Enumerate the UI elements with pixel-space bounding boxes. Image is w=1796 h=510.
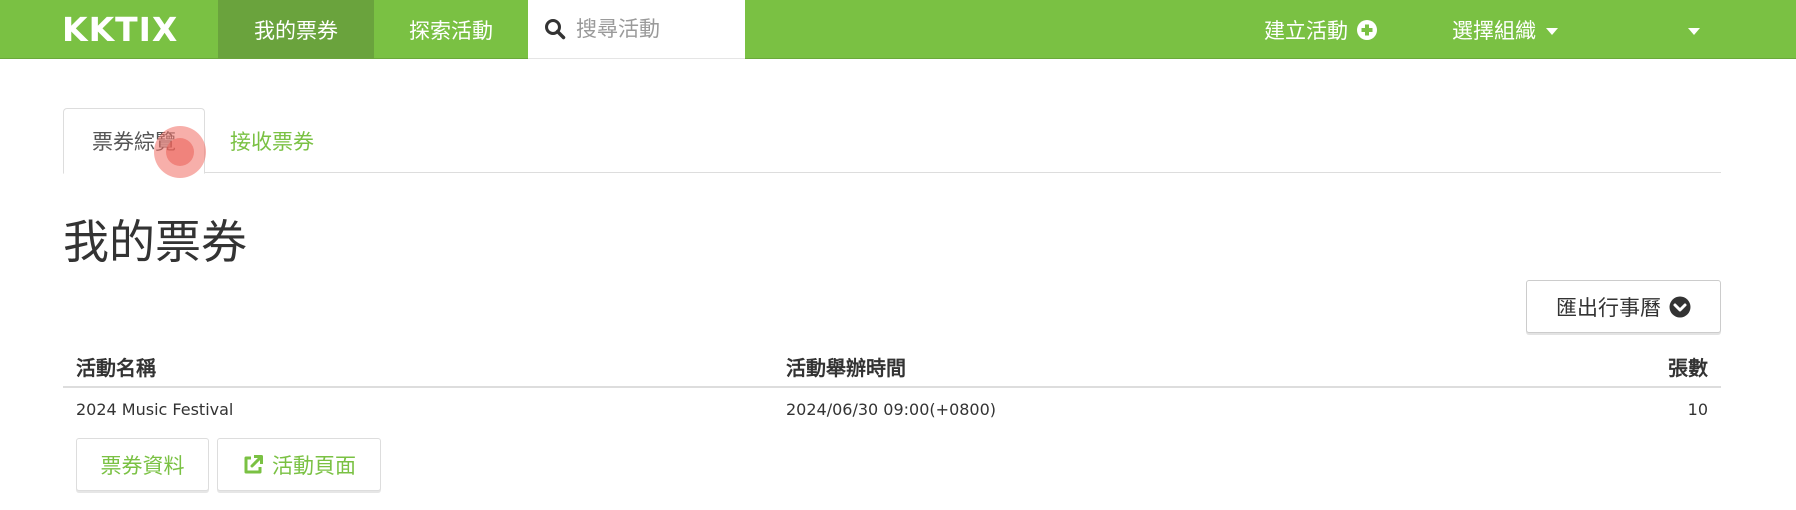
plus-circle-icon: [1357, 19, 1377, 40]
external-link-icon: [244, 454, 263, 473]
event-page-button[interactable]: 活動頁面: [217, 438, 381, 491]
search-box: [528, 0, 745, 59]
header-event-name: 活動名稱: [76, 356, 156, 380]
nav-my-tickets[interactable]: 我的票券: [218, 0, 374, 59]
create-event-button[interactable]: 建立活動: [1264, 0, 1404, 59]
create-event-label: 建立活動: [1264, 18, 1348, 43]
event-time: 2024/06/30 09:00(+0800): [786, 400, 997, 419]
event-page-label: 活動頁面: [272, 453, 356, 478]
chevron-circle-down-icon: [1669, 296, 1691, 317]
select-org-dropdown[interactable]: 選擇組織: [1452, 0, 1582, 59]
page-title: 我的票券: [63, 215, 247, 269]
brand-logo[interactable]: KKTIX: [62, 0, 202, 59]
user-menu-dropdown[interactable]: [1672, 0, 1712, 59]
search-icon: [545, 19, 566, 40]
tab-ticket-overview[interactable]: 票券綜覽: [63, 108, 205, 174]
table-row: 2024 Music Festival 2024/06/30 09:00(+08…: [63, 388, 1721, 438]
export-calendar-button[interactable]: 匯出行事曆: [1526, 280, 1721, 333]
header-event-time: 活動舉辦時間: [786, 356, 906, 380]
row-actions: 票券資料 活動頁面: [76, 438, 381, 491]
header-ticket-count: 張數: [1668, 356, 1708, 380]
tickets-table: 活動名稱 活動舉辦時間 張數 2024 Music Festival 2024/…: [63, 344, 1721, 491]
ticket-count: 10: [1687, 400, 1708, 419]
caret-down-icon: [1688, 27, 1700, 35]
table-header: 活動名稱 活動舉辦時間 張數: [63, 344, 1721, 388]
search-input[interactable]: [576, 10, 736, 48]
nav-explore-events[interactable]: 探索活動: [374, 0, 528, 59]
ticket-info-button[interactable]: 票券資料: [76, 438, 209, 491]
caret-down-icon: [1546, 27, 1558, 35]
tab-receive-tickets[interactable]: 接收票券: [205, 108, 339, 173]
select-org-label: 選擇組織: [1452, 18, 1536, 43]
event-name: 2024 Music Festival: [76, 400, 234, 419]
ticket-tabs: 票券綜覽 接收票券: [63, 108, 1721, 174]
top-navbar: KKTIX 我的票券 探索活動 建立活動 選擇組織: [0, 0, 1796, 59]
export-calendar-label: 匯出行事曆: [1556, 295, 1661, 320]
